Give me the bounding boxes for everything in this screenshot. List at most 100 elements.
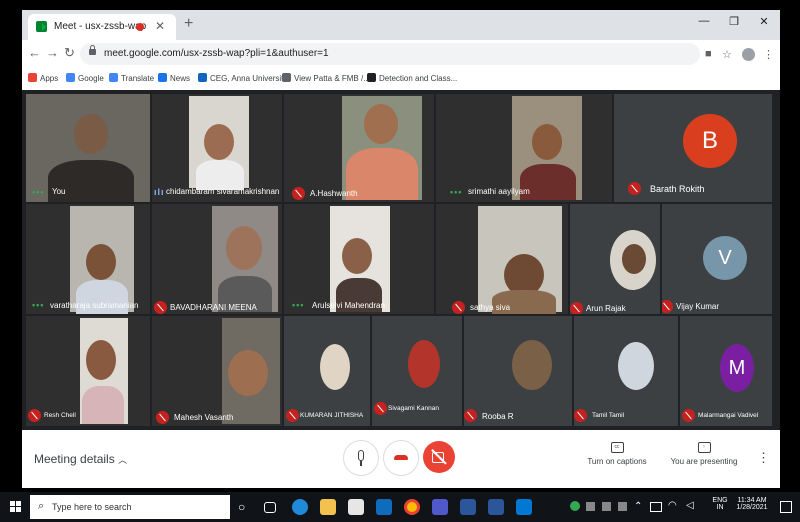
participant-tile[interactable]: Arun Rajak <box>570 204 660 314</box>
menu-icon[interactable]: ⋮ <box>763 48 774 61</box>
participant-tile[interactable]: Rooba R <box>464 316 572 426</box>
bookmark-news[interactable]: News <box>158 73 190 83</box>
bookmark-translate[interactable]: Translate <box>109 73 154 83</box>
tray-icon-3[interactable] <box>618 502 627 511</box>
chevron-up-icon: ︿ <box>118 455 128 465</box>
close-tab-icon[interactable]: ✕ <box>155 19 165 33</box>
mic-off-icon <box>28 409 41 422</box>
participant-tile[interactable]: B Barath Rokith <box>614 94 772 202</box>
participant-name: Malarmangai Vadivel <box>698 412 759 419</box>
bookmark-patta[interactable]: View Patta & FMB /... <box>282 73 370 83</box>
participant-face <box>86 340 116 380</box>
participant-tile[interactable]: sathya siva <box>436 204 568 314</box>
speaking-icon: ••• <box>32 300 45 310</box>
minimize-icon[interactable]: — <box>694 15 714 27</box>
teams-icon[interactable] <box>432 499 448 515</box>
presenting-button[interactable]: ↑ You are presenting <box>668 442 740 466</box>
time-text: 11:34 AM <box>737 497 767 504</box>
participant-tile[interactable]: Tamil Tamil <box>574 316 678 426</box>
new-tab-icon[interactable]: + <box>184 16 193 32</box>
participant-tile[interactable]: ••• varatharaja subramanian <box>26 204 150 314</box>
participant-face <box>86 244 116 280</box>
participant-body <box>82 386 124 424</box>
participant-tile[interactable]: A.Hashwanth <box>284 94 434 202</box>
captions-label: Turn on captions <box>587 457 647 466</box>
apps-icon <box>28 73 37 82</box>
microphone-button[interactable] <box>343 440 379 476</box>
reload-icon[interactable]: ↻ <box>64 46 75 60</box>
camera-toggle-button[interactable] <box>423 441 455 473</box>
participant-face <box>532 124 562 160</box>
participant-tile[interactable]: ••• Arulselvi Mahendran <box>284 204 434 314</box>
bookmarks-bar: Apps Google Translate News CEG, Anna Uni… <box>22 68 780 91</box>
meeting-details-button[interactable]: Meeting details ︿ <box>34 452 127 466</box>
browser-toolbar: ← → ↻ meet.google.com/usx-zssb-wap?pli=1… <box>22 40 780 68</box>
word2-icon[interactable] <box>488 499 504 515</box>
participant-tile[interactable]: Resh Chell <box>26 316 150 426</box>
clock[interactable]: 11:34 AM 1/28/2021 <box>732 497 772 511</box>
participant-name: chidambaram sivaramakrishnan <box>166 187 280 196</box>
tray-icon[interactable] <box>586 502 595 511</box>
participant-body <box>196 160 244 190</box>
captions-button[interactable]: cc Turn on captions <box>582 442 652 466</box>
address-bar[interactable]: meet.google.com/usx-zssb-wap?pli=1&authu… <box>80 43 700 65</box>
participant-name: sathya siva <box>470 303 511 312</box>
app-icon[interactable] <box>516 499 532 515</box>
back-icon[interactable]: ← <box>28 46 41 60</box>
close-window-icon[interactable]: ✕ <box>754 15 774 28</box>
more-options-icon[interactable]: ⋮ <box>757 450 770 466</box>
participant-tile[interactable]: Sivagami Kannan <box>372 316 462 426</box>
notification-icon[interactable] <box>780 501 792 513</box>
participant-name: Vijay Kumar <box>676 302 719 311</box>
participant-tile[interactable]: KUMARAN JITHISHA <box>284 316 370 426</box>
participant-tile[interactable]: BAVADHARANI MEENA <box>152 204 282 314</box>
leave-call-button[interactable] <box>383 440 419 476</box>
participant-tile[interactable]: V Vijay Kumar <box>662 204 772 314</box>
profile-avatar[interactable] <box>742 48 755 61</box>
avatar: B <box>683 114 737 168</box>
forward-icon[interactable]: → <box>46 46 59 60</box>
security-icon[interactable] <box>570 501 580 511</box>
participant-name: varatharaja subramanian <box>50 301 139 310</box>
bookmark-apps[interactable]: Apps <box>28 73 58 83</box>
participant-tile[interactable]: Mahesh Vasanth <box>152 316 282 426</box>
participant-name: A.Hashwanth <box>310 189 358 198</box>
camera-icon[interactable]: ■ <box>705 48 712 60</box>
bookmark-detection[interactable]: Detection and Class... <box>367 73 457 83</box>
lang-region: IN <box>716 504 724 511</box>
participant-face <box>622 244 646 274</box>
taskbar-search-input[interactable]: ⌕ Type here to search <box>30 495 230 519</box>
bookmark-google[interactable]: Google <box>66 73 104 83</box>
battery-icon[interactable] <box>650 502 662 512</box>
lock-icon <box>89 45 96 55</box>
cortana-icon[interactable]: ○ <box>238 500 254 516</box>
news-icon <box>158 73 167 82</box>
participant-tile[interactable]: M Malarmangai Vadivel <box>680 316 772 426</box>
language-indicator[interactable]: ENG IN <box>710 497 730 511</box>
store-icon[interactable] <box>348 499 364 515</box>
chrome-icon[interactable] <box>404 499 420 515</box>
tab-meet[interactable]: Meet - usx-zssb-wap ✕ <box>28 14 176 40</box>
edge-icon[interactable] <box>292 499 308 515</box>
chevron-up-icon[interactable]: ⌃ <box>634 501 642 512</box>
participant-tile[interactable]: ••• You <box>26 94 150 202</box>
participant-tile[interactable]: ••• srimathi aayilyam <box>436 94 612 202</box>
file-explorer-icon[interactable] <box>320 499 336 515</box>
maximize-icon[interactable]: ❐ <box>724 15 744 28</box>
bookmark-ceg[interactable]: CEG, Anna Universit... <box>198 73 290 83</box>
participant-tile[interactable]: ılı chidambaram sivaramakrishnan <box>152 94 282 202</box>
windows-start-icon[interactable] <box>10 501 22 513</box>
mic-off-icon <box>292 187 305 200</box>
volume-icon[interactable]: ◁ <box>686 500 694 511</box>
mail-icon[interactable] <box>376 499 392 515</box>
participant-name: srimathi aayilyam <box>468 187 530 196</box>
task-view-icon[interactable] <box>264 502 276 513</box>
word-icon[interactable] <box>460 499 476 515</box>
present-icon: ↑ <box>697 442 711 453</box>
tab-title: Meet - usx-zssb-wap <box>54 21 147 32</box>
star-icon[interactable]: ☆ <box>722 48 732 61</box>
tray-icon-2[interactable] <box>602 502 611 511</box>
wifi-icon[interactable]: ◠ <box>668 500 677 511</box>
speaking-icon: ••• <box>450 187 463 197</box>
mic-off-icon <box>452 301 465 314</box>
